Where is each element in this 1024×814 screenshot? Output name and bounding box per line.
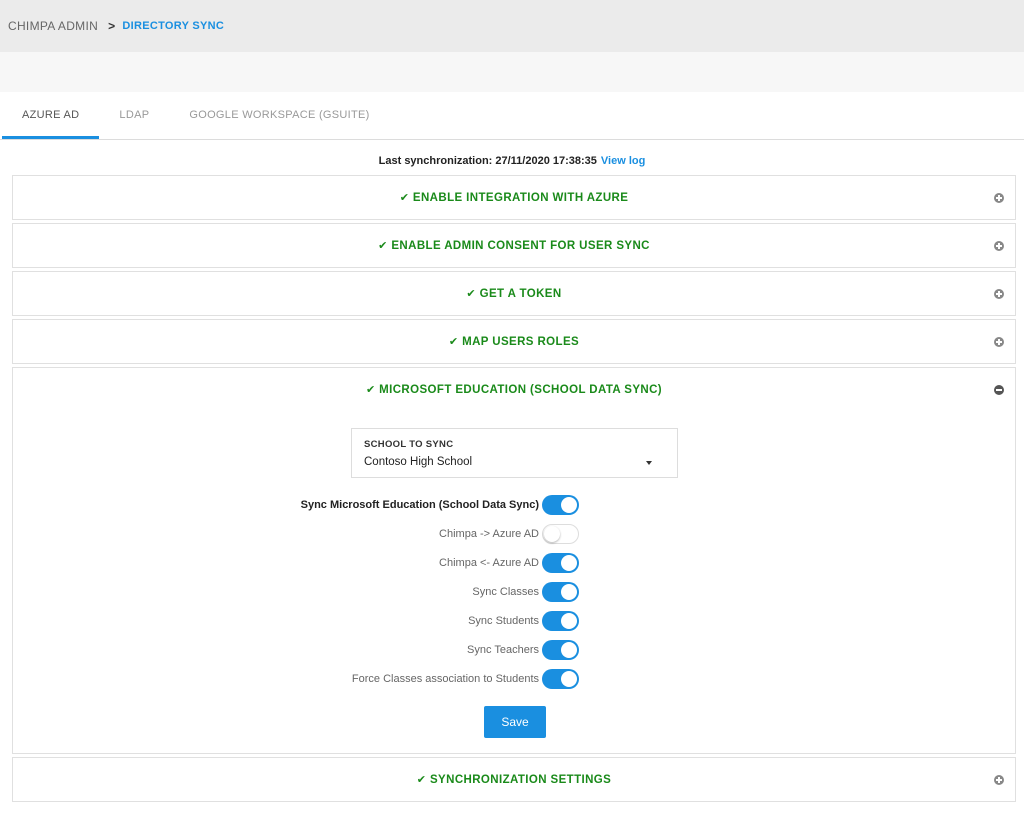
option-label: Force Classes association to Students — [351, 673, 539, 685]
panel-title: SYNCHRONIZATION SETTINGS — [429, 773, 612, 786]
panel-title: ENABLE INTEGRATION WITH AZURE — [412, 191, 629, 204]
option-sync-classes: Sync Classes — [472, 582, 579, 602]
panel-title: GET A TOKEN — [479, 287, 562, 300]
last-sync-text: Last synchronization: 27/11/2020 17:38:3… — [378, 154, 597, 167]
caret-down-icon — [646, 461, 652, 465]
plus-circle-icon[interactable] — [994, 336, 1004, 347]
subheader-bar — [0, 52, 1024, 92]
check-icon: ✔ — [399, 192, 409, 204]
option-label: Sync Students — [468, 615, 539, 627]
view-log-link[interactable]: View log — [601, 155, 645, 167]
last-sync-status: Last synchronization: 27/11/2020 17:38:3… — [0, 140, 1024, 175]
plus-circle-icon[interactable] — [994, 288, 1004, 299]
panel-map-users-roles: ✔ MAP USERS ROLES — [12, 319, 1016, 364]
check-icon: ✔ — [365, 384, 376, 396]
tab-bar: AZURE AD LDAP GOOGLE WORKSPACE (GSUITE) — [0, 92, 1024, 140]
chimpa-to-azure-toggle[interactable] — [542, 524, 579, 544]
azure-to-chimpa-toggle[interactable] — [542, 553, 579, 573]
panel-get-token: ✔ GET A TOKEN — [12, 271, 1016, 316]
sync-classes-toggle[interactable] — [542, 582, 579, 602]
breadcrumb-current: DIRECTORY SYNC — [122, 20, 225, 32]
tab-google-workspace[interactable]: GOOGLE WORKSPACE (GSUITE) — [169, 91, 389, 139]
sync-students-toggle[interactable] — [542, 611, 579, 631]
panel-body-microsoft-education: SCHOOL TO SYNC Contoso High School Sync … — [13, 411, 1015, 753]
panel-header-microsoft-education[interactable]: ✔ MICROSOFT EDUCATION (SCHOOL DATA SYNC) — [13, 368, 1015, 411]
school-select[interactable]: SCHOOL TO SYNC Contoso High School — [351, 428, 678, 478]
sync-microsoft-education-toggle[interactable] — [542, 495, 579, 515]
plus-circle-icon[interactable] — [994, 774, 1004, 785]
panel-title: MICROSOFT EDUCATION (SCHOOL DATA SYNC) — [379, 383, 663, 396]
minus-circle-icon[interactable] — [994, 384, 1004, 395]
check-icon: ✔ — [466, 288, 476, 300]
option-label: Chimpa <- Azure AD — [439, 557, 539, 569]
option-sync-microsoft-education: Sync Microsoft Education (School Data Sy… — [301, 495, 579, 515]
option-force-classes-association: Force Classes association to Students — [352, 669, 579, 689]
option-azure-to-chimpa: Chimpa <- Azure AD — [439, 553, 579, 573]
panel-header-map-users-roles[interactable]: ✔ MAP USERS ROLES — [13, 320, 1015, 363]
school-select-value: Contoso High School — [364, 456, 473, 468]
school-select-label: SCHOOL TO SYNC — [364, 439, 454, 450]
check-icon: ✔ — [378, 240, 388, 252]
plus-circle-icon[interactable] — [994, 192, 1004, 203]
panel-header-admin-consent[interactable]: ✔ ENABLE ADMIN CONSENT FOR USER SYNC — [13, 224, 1015, 267]
option-label: Sync Teachers — [467, 644, 539, 656]
panel-title: MAP USERS ROLES — [462, 335, 580, 348]
check-icon: ✔ — [416, 774, 426, 786]
option-chimpa-to-azure: Chimpa -> Azure AD — [439, 524, 579, 544]
tab-azure-ad[interactable]: AZURE AD — [2, 91, 100, 139]
panel-header-get-token[interactable]: ✔ GET A TOKEN — [13, 272, 1015, 315]
breadcrumb: CHIMPA ADMIN > DIRECTORY SYNC — [0, 0, 1024, 52]
panel-enable-integration: ✔ ENABLE INTEGRATION WITH AZURE — [12, 175, 1016, 220]
panel-title: ENABLE ADMIN CONSENT FOR USER SYNC — [391, 239, 650, 252]
tab-ldap[interactable]: LDAP — [99, 91, 169, 139]
option-sync-students: Sync Students — [468, 611, 579, 631]
option-label: Chimpa -> Azure AD — [439, 528, 539, 540]
option-label: Sync Classes — [472, 586, 539, 598]
save-button[interactable]: Save — [484, 706, 546, 738]
panel-microsoft-education: ✔ MICROSOFT EDUCATION (SCHOOL DATA SYNC)… — [12, 367, 1016, 754]
breadcrumb-separator-icon: > — [108, 19, 116, 33]
panel-header-synchronization-settings[interactable]: ✔ SYNCHRONIZATION SETTINGS — [13, 758, 1015, 801]
option-label: Sync Microsoft Education (School Data Sy… — [300, 499, 539, 511]
check-icon: ✔ — [448, 336, 459, 348]
force-classes-association-toggle[interactable] — [542, 669, 579, 689]
panel-admin-consent: ✔ ENABLE ADMIN CONSENT FOR USER SYNC — [12, 223, 1016, 268]
panel-synchronization-settings: ✔ SYNCHRONIZATION SETTINGS — [12, 757, 1016, 802]
option-sync-teachers: Sync Teachers — [467, 640, 579, 660]
plus-circle-icon[interactable] — [994, 240, 1004, 251]
sync-teachers-toggle[interactable] — [542, 640, 579, 660]
panel-header-enable-integration[interactable]: ✔ ENABLE INTEGRATION WITH AZURE — [13, 176, 1015, 219]
breadcrumb-root[interactable]: CHIMPA ADMIN — [8, 19, 98, 33]
